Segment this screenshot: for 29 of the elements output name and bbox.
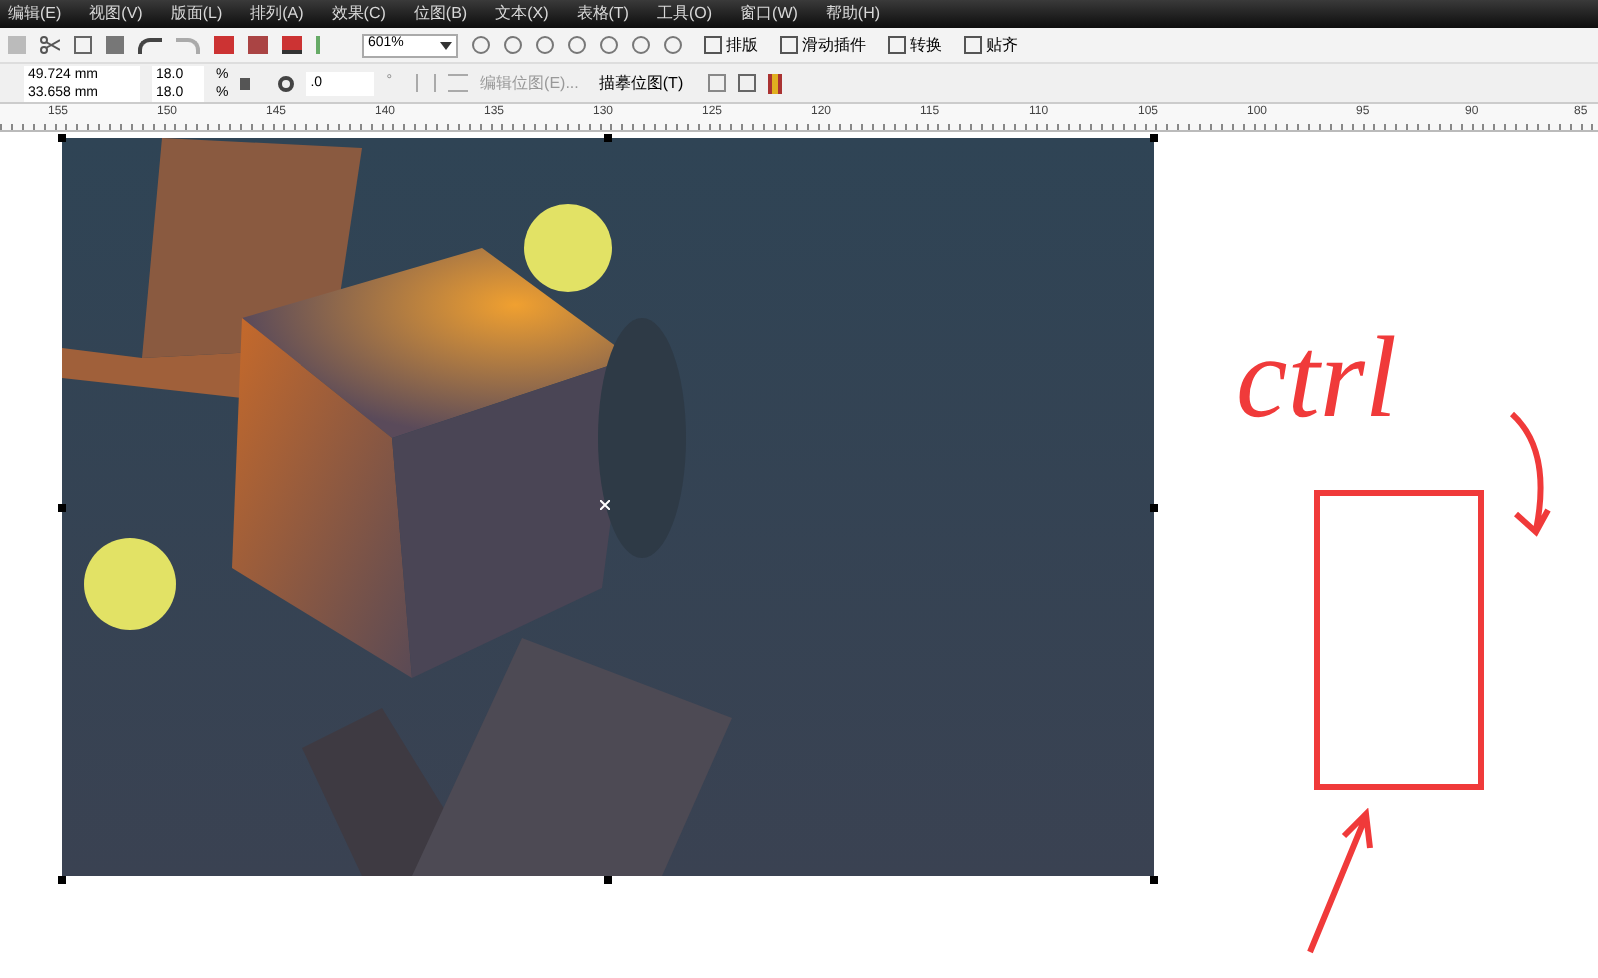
selection-handle[interactable] <box>58 134 66 142</box>
curved-arrow <box>1504 410 1552 538</box>
menu-item[interactable]: 编辑(E) <box>8 2 62 26</box>
menu-item[interactable]: 效果(C) <box>331 2 386 26</box>
selection-handle[interactable] <box>604 134 612 142</box>
menu-item[interactable]: 版面(L) <box>170 2 223 26</box>
menu-item[interactable]: 位图(B) <box>413 2 468 26</box>
handwritten-label: ctrl <box>1236 320 1398 436</box>
center-mark <box>600 500 610 510</box>
menu-item[interactable]: 视图(V) <box>89 2 143 26</box>
menu-item[interactable]: 工具(O) <box>656 2 713 26</box>
toolbar-button[interactable]: 滑动插件 <box>780 33 866 57</box>
selection-handle[interactable] <box>604 876 612 884</box>
selection-handle[interactable] <box>58 504 66 512</box>
toolbar-button[interactable]: 贴齐 <box>964 33 1018 57</box>
toolbar-button[interactable]: 转换 <box>888 33 942 57</box>
menu-item[interactable]: 文本(X) <box>495 2 549 26</box>
selection-handle[interactable] <box>1150 876 1158 884</box>
caret-icon <box>440 41 452 49</box>
menu-item[interactable]: 排列(A) <box>250 2 304 26</box>
menu-item[interactable]: 帮助(H) <box>825 2 881 26</box>
menu-item[interactable]: 表格(T) <box>576 2 629 26</box>
toolbar-button[interactable]: 排版 <box>704 33 758 57</box>
scissors-icon[interactable] <box>40 36 60 54</box>
selection-handle[interactable] <box>1150 504 1158 512</box>
menu-item[interactable]: 窗口(W) <box>740 2 798 26</box>
selection-handle[interactable] <box>1150 134 1158 142</box>
selection-handle[interactable] <box>58 876 66 884</box>
trace-bitmap-button[interactable]: 描摹位图(T) <box>598 71 684 95</box>
